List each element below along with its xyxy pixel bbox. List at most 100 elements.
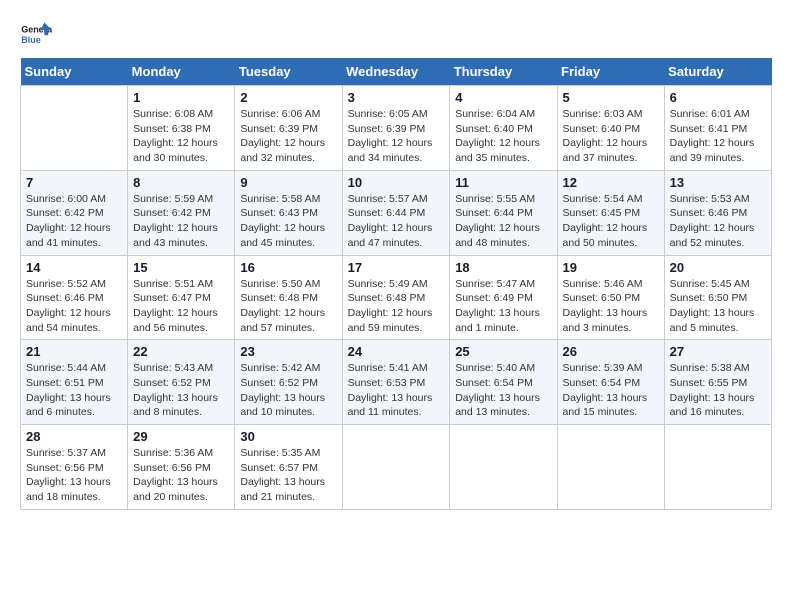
day-info: Sunrise: 5:50 AM Sunset: 6:48 PM Dayligh…: [240, 277, 336, 336]
day-number: 12: [563, 175, 659, 190]
day-number: 4: [455, 90, 551, 105]
weekday-header: Saturday: [664, 58, 771, 86]
calendar-cell: 21Sunrise: 5:44 AM Sunset: 6:51 PM Dayli…: [21, 340, 128, 425]
calendar-cell: 12 Sunrise: 5:54 AM Sunset: 6:45 PM Dayli…: [557, 170, 664, 255]
day-info: Sunrise: 5:51 AM Sunset: 6:47 PM Dayligh…: [133, 277, 229, 336]
day-number: 16: [240, 260, 336, 275]
calendar-cell: [342, 425, 450, 510]
day-info: Sunrise: 5:58 AM Sunset: 6:43 PM Dayligh…: [240, 192, 336, 251]
day-number: 24: [348, 344, 445, 359]
day-info: Sunrise: 5:40 AM Sunset: 6:54 PM Dayligh…: [455, 361, 551, 420]
day-info: Sunrise: 5:47 AM Sunset: 6:49 PM Dayligh…: [455, 277, 551, 336]
day-info: Sunrise: 5:46 AM Sunset: 6:50 PM Dayligh…: [563, 277, 659, 336]
day-number: 26: [563, 344, 659, 359]
day-info: Sunrise: 6:04 AM Sunset: 6:40 PM Dayligh…: [455, 107, 551, 166]
calendar-cell: [450, 425, 557, 510]
calendar-week-row: 1 Sunrise: 6:08 AM Sunset: 6:38 PM Daylig…: [21, 86, 772, 171]
day-number: 8: [133, 175, 229, 190]
day-info: Sunrise: 6:01 AM Sunset: 6:41 PM Dayligh…: [670, 107, 766, 166]
day-number: 13: [670, 175, 766, 190]
calendar-cell: 24Sunrise: 5:41 AM Sunset: 6:53 PM Dayli…: [342, 340, 450, 425]
calendar-cell: 15 Sunrise: 5:51 AM Sunset: 6:47 PM Dayli…: [128, 255, 235, 340]
calendar-week-row: 21Sunrise: 5:44 AM Sunset: 6:51 PM Dayli…: [21, 340, 772, 425]
calendar-cell: 8 Sunrise: 5:59 AM Sunset: 6:42 PM Daylig…: [128, 170, 235, 255]
day-info: Sunrise: 5:57 AM Sunset: 6:44 PM Dayligh…: [348, 192, 445, 251]
day-info: Sunrise: 5:59 AM Sunset: 6:42 PM Dayligh…: [133, 192, 229, 251]
calendar-cell: 6 Sunrise: 6:01 AM Sunset: 6:41 PM Daylig…: [664, 86, 771, 171]
day-info: Sunrise: 6:05 AM Sunset: 6:39 PM Dayligh…: [348, 107, 445, 166]
day-number: 20: [670, 260, 766, 275]
calendar-cell: 18 Sunrise: 5:47 AM Sunset: 6:49 PM Dayli…: [450, 255, 557, 340]
day-info: Sunrise: 5:53 AM Sunset: 6:46 PM Dayligh…: [670, 192, 766, 251]
calendar-cell: 29 Sunrise: 5:36 AM Sunset: 6:56 PM Dayli…: [128, 425, 235, 510]
day-number: 6: [670, 90, 766, 105]
day-number: 29: [133, 429, 229, 444]
calendar-cell: 19 Sunrise: 5:46 AM Sunset: 6:50 PM Dayli…: [557, 255, 664, 340]
weekday-header: Friday: [557, 58, 664, 86]
calendar-cell: 1 Sunrise: 6:08 AM Sunset: 6:38 PM Daylig…: [128, 86, 235, 171]
day-number: 25: [455, 344, 551, 359]
day-number: 7: [26, 175, 122, 190]
day-info: Sunrise: 5:39 AM Sunset: 6:54 PM Dayligh…: [563, 361, 659, 420]
day-info: Sunrise: 5:43 AM Sunset: 6:52 PM Dayligh…: [133, 361, 229, 420]
calendar-cell: 17 Sunrise: 5:49 AM Sunset: 6:48 PM Dayli…: [342, 255, 450, 340]
day-number: 5: [563, 90, 659, 105]
calendar-cell: [664, 425, 771, 510]
day-number: 19: [563, 260, 659, 275]
logo-icon: General Blue: [20, 20, 52, 48]
day-info: Sunrise: 5:35 AM Sunset: 6:57 PM Dayligh…: [240, 446, 336, 505]
day-info: Sunrise: 6:00 AM Sunset: 6:42 PM Dayligh…: [26, 192, 122, 251]
calendar-cell: 9 Sunrise: 5:58 AM Sunset: 6:43 PM Daylig…: [235, 170, 342, 255]
calendar-cell: 26 Sunrise: 5:39 AM Sunset: 6:54 PM Dayli…: [557, 340, 664, 425]
calendar-week-row: 28 Sunrise: 5:37 AM Sunset: 6:56 PM Dayli…: [21, 425, 772, 510]
day-info: Sunrise: 5:37 AM Sunset: 6:56 PM Dayligh…: [26, 446, 122, 505]
weekday-header: Thursday: [450, 58, 557, 86]
calendar-cell: 25 Sunrise: 5:40 AM Sunset: 6:54 PM Dayli…: [450, 340, 557, 425]
calendar-cell: 11Sunrise: 5:55 AM Sunset: 6:44 PM Dayli…: [450, 170, 557, 255]
calendar-cell: 2Sunrise: 6:06 AM Sunset: 6:39 PM Daylig…: [235, 86, 342, 171]
day-number: 21: [26, 344, 122, 359]
calendar-cell: 28 Sunrise: 5:37 AM Sunset: 6:56 PM Dayli…: [21, 425, 128, 510]
day-info: Sunrise: 5:38 AM Sunset: 6:55 PM Dayligh…: [670, 361, 766, 420]
day-info: Sunrise: 5:52 AM Sunset: 6:46 PM Dayligh…: [26, 277, 122, 336]
calendar-cell: 10Sunrise: 5:57 AM Sunset: 6:44 PM Dayli…: [342, 170, 450, 255]
day-number: 3: [348, 90, 445, 105]
day-number: 14: [26, 260, 122, 275]
day-info: Sunrise: 6:08 AM Sunset: 6:38 PM Dayligh…: [133, 107, 229, 166]
day-info: Sunrise: 5:36 AM Sunset: 6:56 PM Dayligh…: [133, 446, 229, 505]
svg-text:Blue: Blue: [21, 35, 40, 45]
weekday-header: Monday: [128, 58, 235, 86]
calendar-week-row: 14 Sunrise: 5:52 AM Sunset: 6:46 PM Dayli…: [21, 255, 772, 340]
calendar-cell: 14 Sunrise: 5:52 AM Sunset: 6:46 PM Dayli…: [21, 255, 128, 340]
day-number: 9: [240, 175, 336, 190]
day-info: Sunrise: 5:42 AM Sunset: 6:52 PM Dayligh…: [240, 361, 336, 420]
day-number: 23: [240, 344, 336, 359]
day-number: 22: [133, 344, 229, 359]
day-number: 11: [455, 175, 551, 190]
day-number: 1: [133, 90, 229, 105]
day-number: 15: [133, 260, 229, 275]
calendar-cell: [21, 86, 128, 171]
day-number: 30: [240, 429, 336, 444]
calendar-cell: 13 Sunrise: 5:53 AM Sunset: 6:46 PM Dayli…: [664, 170, 771, 255]
day-number: 28: [26, 429, 122, 444]
calendar-week-row: 7 Sunrise: 6:00 AM Sunset: 6:42 PM Daylig…: [21, 170, 772, 255]
day-info: Sunrise: 5:54 AM Sunset: 6:45 PM Dayligh…: [563, 192, 659, 251]
weekday-header: Sunday: [21, 58, 128, 86]
calendar-cell: 7 Sunrise: 6:00 AM Sunset: 6:42 PM Daylig…: [21, 170, 128, 255]
day-number: 18: [455, 260, 551, 275]
page-header: General Blue: [20, 20, 772, 48]
calendar-cell: [557, 425, 664, 510]
weekday-header: Tuesday: [235, 58, 342, 86]
logo: General Blue: [20, 20, 56, 48]
weekday-header: Wednesday: [342, 58, 450, 86]
calendar-cell: 23 Sunrise: 5:42 AM Sunset: 6:52 PM Dayli…: [235, 340, 342, 425]
calendar-header-row: SundayMondayTuesdayWednesdayThursdayFrid…: [21, 58, 772, 86]
calendar-cell: 30 Sunrise: 5:35 AM Sunset: 6:57 PM Dayli…: [235, 425, 342, 510]
calendar-cell: 4 Sunrise: 6:04 AM Sunset: 6:40 PM Daylig…: [450, 86, 557, 171]
day-number: 17: [348, 260, 445, 275]
calendar-cell: 27 Sunrise: 5:38 AM Sunset: 6:55 PM Dayli…: [664, 340, 771, 425]
day-info: Sunrise: 5:49 AM Sunset: 6:48 PM Dayligh…: [348, 277, 445, 336]
day-info: Sunrise: 6:03 AM Sunset: 6:40 PM Dayligh…: [563, 107, 659, 166]
day-number: 27: [670, 344, 766, 359]
